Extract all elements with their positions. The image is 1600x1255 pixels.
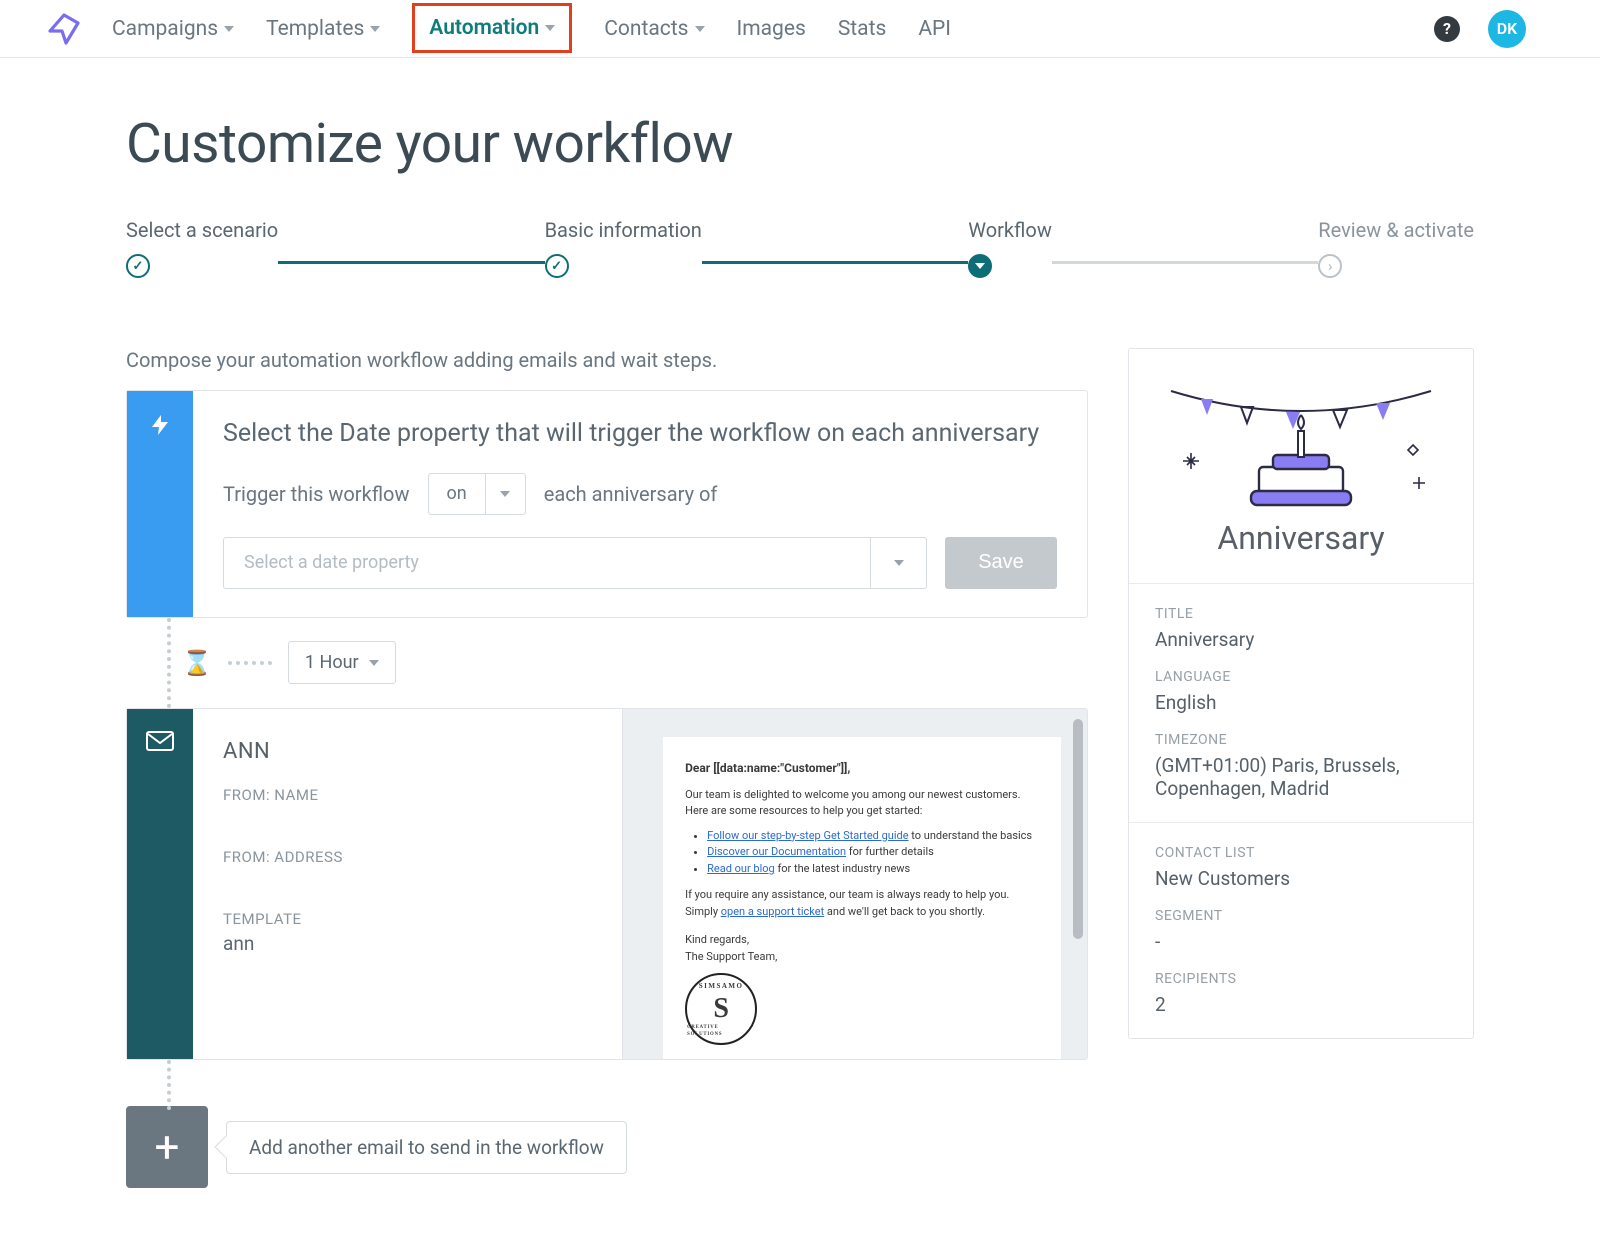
summary-title: Anniversary [1155, 628, 1447, 651]
scrollbar[interactable] [1073, 719, 1083, 939]
chevron-down-icon [369, 660, 379, 666]
hourglass-icon: ⌛ [182, 647, 212, 679]
nav-automation[interactable]: Automation [412, 3, 572, 53]
check-icon [126, 254, 150, 278]
date-property-select[interactable]: Select a date property [223, 537, 927, 589]
chevron-down-icon [224, 26, 234, 32]
top-nav: Campaigns Templates Automation Contacts … [0, 0, 1600, 58]
email-from-address [223, 870, 592, 892]
add-email-row: + Add another email to send in the workf… [126, 1060, 1088, 1188]
add-email-label: Add another email to send in the workflo… [226, 1121, 627, 1174]
summary-language: English [1155, 691, 1447, 714]
email-from-name [223, 808, 592, 830]
anniversary-illustration [1151, 371, 1451, 511]
email-name: ANN [223, 739, 592, 764]
chevron-down-icon [695, 26, 705, 32]
summary-timezone: (GMT+01:00) Paris, Brussels, Copenhagen,… [1155, 754, 1447, 800]
summary-segment: - [1155, 930, 1447, 953]
wait-step-row: ⌛ 1 Hour [126, 618, 1088, 708]
wait-duration-select[interactable]: 1 Hour [288, 641, 396, 684]
mail-icon [146, 731, 174, 751]
email-template: ann [223, 932, 592, 955]
workflow-instructions: Compose your automation workflow adding … [126, 348, 1088, 372]
step-review[interactable]: Review & activate [1318, 218, 1474, 278]
help-icon[interactable]: ? [1434, 16, 1460, 42]
nav-contacts[interactable]: Contacts [604, 3, 704, 55]
page-title: Customize your workflow [126, 112, 1474, 176]
nav-templates[interactable]: Templates [266, 3, 380, 55]
step-workflow[interactable]: Workflow [968, 218, 1052, 278]
check-icon [545, 254, 569, 278]
trigger-heading: Select the Date property that will trigg… [223, 417, 1057, 451]
email-rail [127, 709, 193, 1060]
chevron-right-icon [1318, 254, 1342, 278]
trigger-on-select[interactable]: on [428, 473, 526, 515]
summary-sidebar: Anniversary TITLE Anniversary LANGUAGE E… [1128, 348, 1474, 1039]
chevron-down-icon [485, 474, 525, 514]
trigger-suffix: each anniversary of [544, 482, 718, 506]
bolt-icon [148, 413, 172, 437]
nav-stats[interactable]: Stats [838, 3, 886, 55]
chevron-down-icon [370, 26, 380, 32]
step-select-scenario[interactable]: Select a scenario [126, 218, 278, 278]
save-button[interactable]: Save [945, 537, 1057, 589]
chevron-down-icon [545, 25, 555, 31]
summary-recipients: 2 [1155, 993, 1447, 1016]
nav-right: ? DK [1434, 10, 1526, 48]
nav-items: Campaigns Templates Automation Contacts … [112, 3, 1406, 55]
brand-stamp-icon: S [685, 973, 757, 1045]
nav-api[interactable]: API [918, 3, 951, 55]
app-logo [44, 9, 84, 49]
chevron-down-icon [870, 538, 926, 588]
nav-campaigns[interactable]: Campaigns [112, 3, 234, 55]
email-preview: Dear [[data:name:"Customer"]], Our team … [622, 709, 1087, 1060]
trigger-rail [127, 391, 193, 617]
chevron-down-icon [968, 254, 992, 278]
trigger-prefix: Trigger this workflow [223, 482, 410, 506]
progress-stepper: Select a scenario Basic information Work… [126, 218, 1474, 278]
plus-icon: + [155, 1121, 180, 1173]
step-basic-info[interactable]: Basic information [545, 218, 702, 278]
avatar[interactable]: DK [1488, 10, 1526, 48]
nav-images[interactable]: Images [737, 3, 806, 55]
sidebar-title: Anniversary [1151, 519, 1451, 557]
summary-contact-list: New Customers [1155, 867, 1447, 890]
email-card[interactable]: ANN FROM: NAME FROM: ADDRESS TEMPLATE an… [126, 708, 1088, 1061]
add-email-button[interactable]: + [126, 1106, 208, 1188]
trigger-card: Select the Date property that will trigg… [126, 390, 1088, 618]
